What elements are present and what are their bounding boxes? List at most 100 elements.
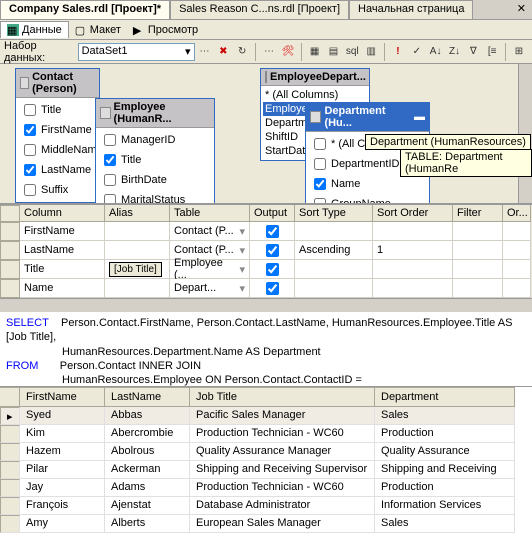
result-header-department[interactable]: Department — [375, 387, 515, 407]
cell-sorttype[interactable] — [295, 279, 373, 298]
generic-button[interactable]: 🛠 — [279, 42, 297, 62]
refresh-button[interactable]: ⋯ — [196, 42, 214, 62]
row-header[interactable] — [0, 497, 20, 515]
cell-alias[interactable] — [105, 279, 170, 298]
field-row[interactable]: MiddleName — [18, 140, 97, 160]
field-checkbox[interactable] — [104, 134, 116, 146]
field-row[interactable]: * (All Columns) — [263, 88, 367, 102]
cell-alias[interactable]: [Job Title] — [105, 260, 170, 279]
cell-alias[interactable] — [105, 222, 170, 241]
result-row[interactable]: Jay Adams Production Technician - WC60 P… — [0, 479, 532, 497]
cell-column[interactable]: FirstName — [20, 222, 105, 241]
result-row[interactable]: François Ajenstat Database Administrator… — [0, 497, 532, 515]
sql-pane[interactable]: SELECT Person.Contact.FirstName, Person.… — [0, 312, 532, 387]
diagram-pane[interactable]: Contact (Person) TitleFirstNameMiddleNam… — [0, 64, 532, 204]
grid-pane-button[interactable]: ▤ — [325, 42, 343, 62]
field-row[interactable]: Suffix — [18, 180, 97, 200]
cell-table[interactable]: Employee (... ▾ — [170, 260, 250, 279]
field-checkbox[interactable] — [24, 184, 36, 196]
diagram-pane-button[interactable]: ▦ — [306, 42, 324, 62]
cell-table[interactable]: Contact (P... ▾ — [170, 222, 250, 241]
field-checkbox[interactable] — [24, 164, 36, 176]
output-checkbox[interactable] — [266, 282, 279, 295]
add-table-button[interactable]: ⊞ — [510, 42, 528, 62]
row-header[interactable] — [0, 279, 20, 298]
field-checkbox[interactable] — [104, 154, 116, 166]
sql-pane-button[interactable]: sql — [343, 42, 361, 62]
criteria-row[interactable]: LastName Contact (P... ▾ Ascending 1 — [0, 241, 532, 260]
cell-output[interactable] — [250, 222, 295, 241]
row-header[interactable] — [0, 461, 20, 479]
cell-sortorder[interactable] — [373, 222, 453, 241]
horizontal-scrollbar[interactable] — [0, 298, 532, 312]
result-header-lastname[interactable]: LastName — [105, 387, 190, 407]
output-checkbox[interactable] — [266, 225, 279, 238]
cell-output[interactable] — [250, 279, 295, 298]
col-header-table[interactable]: Table — [170, 205, 250, 222]
cell-filter[interactable] — [453, 241, 503, 260]
field-row[interactable]: GroupName — [308, 194, 427, 204]
field-row[interactable]: Title — [98, 150, 212, 170]
col-header-alias[interactable]: Alias — [105, 205, 170, 222]
new-button[interactable]: ↻ — [233, 42, 251, 62]
field-checkbox[interactable] — [24, 104, 36, 116]
run-button[interactable]: ! — [389, 42, 407, 62]
tab-sales-reason[interactable]: Sales Reason C...ns.rdl [Проект] — [170, 0, 349, 19]
edit-button[interactable]: ⋯ — [260, 42, 278, 62]
results-pane-button[interactable]: ▥ — [362, 42, 380, 62]
cell-sortorder[interactable]: 1 — [373, 241, 453, 260]
field-checkbox[interactable] — [314, 198, 326, 204]
output-checkbox[interactable] — [266, 263, 279, 276]
delete-button[interactable]: ✖ — [214, 42, 232, 62]
row-header[interactable]: ▸ — [0, 407, 20, 425]
result-row[interactable]: Amy Alberts European Sales Manager Sales — [0, 515, 532, 533]
row-header[interactable] — [0, 443, 20, 461]
verify-button[interactable]: ✓ — [408, 42, 426, 62]
cell-or[interactable] — [503, 222, 531, 241]
output-checkbox[interactable] — [266, 244, 279, 257]
close-icon[interactable]: ✕ — [511, 0, 532, 19]
col-header-output[interactable]: Output — [250, 205, 295, 222]
result-header-firstname[interactable]: FirstName — [20, 387, 105, 407]
tab-layout[interactable]: ▢Макет — [69, 22, 127, 38]
field-checkbox[interactable] — [24, 144, 36, 156]
field-checkbox[interactable] — [314, 178, 326, 190]
field-row[interactable]: FirstName — [18, 120, 97, 140]
group-button[interactable]: [≡ — [483, 42, 501, 62]
col-header-sorttype[interactable]: Sort Type — [295, 205, 373, 222]
cell-sortorder[interactable] — [373, 260, 453, 279]
cell-filter[interactable] — [453, 260, 503, 279]
tab-data[interactable]: ▦Данные — [0, 21, 69, 38]
criteria-row[interactable]: Name Depart... ▾ — [0, 279, 532, 298]
field-row[interactable]: MaritalStatus — [98, 190, 212, 204]
table-contact[interactable]: Contact (Person) TitleFirstNameMiddleNam… — [15, 68, 100, 203]
tab-start-page[interactable]: Начальная страница — [349, 0, 473, 19]
criteria-row[interactable]: Title [Job Title] Employee (... ▾ — [0, 260, 532, 279]
cell-column[interactable]: LastName — [20, 241, 105, 260]
criteria-row[interactable]: FirstName Contact (P... ▾ — [0, 222, 532, 241]
cell-sorttype[interactable]: Ascending — [295, 241, 373, 260]
cell-output[interactable] — [250, 241, 295, 260]
field-row[interactable]: LastName — [18, 160, 97, 180]
cell-or[interactable] — [503, 260, 531, 279]
cell-sorttype[interactable] — [295, 222, 373, 241]
result-row[interactable]: Kim Abercrombie Production Technician - … — [0, 425, 532, 443]
col-header-filter[interactable]: Filter — [453, 205, 503, 222]
col-header-or[interactable]: Or... — [503, 205, 531, 222]
row-header[interactable] — [0, 241, 20, 260]
field-checkbox[interactable] — [104, 194, 116, 204]
cell-alias[interactable] — [105, 241, 170, 260]
cell-output[interactable] — [250, 260, 295, 279]
row-header[interactable] — [0, 260, 20, 279]
result-row[interactable]: ▸ Syed Abbas Pacific Sales Manager Sales — [0, 407, 532, 425]
field-row[interactable]: Name — [308, 174, 427, 194]
result-row[interactable]: Hazem Abolrous Quality Assurance Manager… — [0, 443, 532, 461]
col-header-column[interactable]: Column — [20, 205, 105, 222]
cell-filter[interactable] — [453, 279, 503, 298]
dataset-select[interactable]: DataSet1 ▾ — [78, 43, 195, 61]
row-header[interactable] — [0, 515, 20, 533]
field-row[interactable]: ManagerID — [98, 130, 212, 150]
result-header-jobtitle[interactable]: Job Title — [190, 387, 375, 407]
cell-column[interactable]: Name — [20, 279, 105, 298]
cell-or[interactable] — [503, 241, 531, 260]
